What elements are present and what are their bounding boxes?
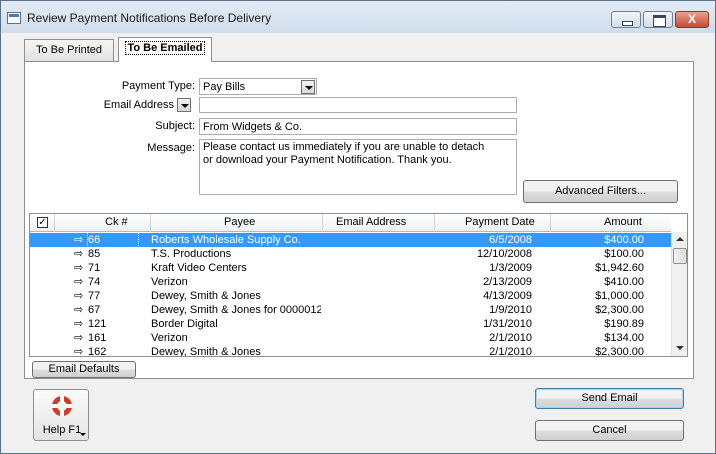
- message-label: Message:: [147, 142, 195, 154]
- send-email-button[interactable]: Send Email: [535, 388, 684, 409]
- window-title: Review Payment Notifications Before Deli…: [27, 11, 272, 25]
- window-icon: [7, 12, 21, 24]
- cell-payee: Dewey, Smith & Jones: [151, 290, 261, 302]
- life-ring-icon: [52, 396, 72, 416]
- row-arrow-icon: ⇨: [74, 290, 84, 302]
- cell-payment-date: 6/5/2008: [489, 234, 532, 246]
- table-row[interactable]: ⇨ 67 Dewey, Smith & Jones for 00000123 1/9/…: [30, 303, 671, 317]
- cell-amount: $134.00: [604, 332, 644, 344]
- row-arrow-icon: ⇨: [74, 234, 84, 246]
- help-button[interactable]: Help F1: [33, 389, 89, 441]
- cell-payment-date: 1/3/2009: [489, 262, 532, 274]
- cell-payment-date: 4/13/2009: [483, 290, 532, 302]
- column-header-payee[interactable]: Payee: [224, 216, 255, 228]
- cell-check-number: 77: [88, 290, 101, 302]
- cancel-button[interactable]: Cancel: [535, 420, 684, 441]
- payments-table: ✓ Ck # Payee Email Address Payment Date …: [29, 213, 688, 357]
- cell-amount: $400.00: [604, 234, 644, 246]
- subject-label: Subject:: [155, 120, 195, 132]
- column-header-ck[interactable]: Ck #: [105, 216, 128, 228]
- cell-payee: Border Digital: [151, 318, 218, 330]
- dialog-window: Review Payment Notifications Before Deli…: [0, 0, 716, 454]
- cell-payee: T.S. Productions: [151, 248, 232, 260]
- cell-payment-date: 2/1/2010: [489, 346, 532, 357]
- scroll-up-icon[interactable]: [676, 237, 684, 241]
- chevron-down-icon: [80, 433, 86, 436]
- message-textarea[interactable]: Please contact us immediately if you are…: [199, 139, 517, 195]
- cell-payee: Verizon: [151, 332, 188, 344]
- row-arrow-icon: ⇨: [74, 304, 84, 316]
- payment-type-label: Payment Type:: [121, 80, 195, 92]
- cell-amount: $2,300.00: [595, 346, 644, 357]
- column-header-amount[interactable]: Amount: [604, 216, 642, 228]
- row-arrow-icon: ⇨: [74, 276, 84, 288]
- table-row[interactable]: ⇨ 71 Kraft Video Centers 1/3/2009 $1,942.60: [30, 261, 671, 275]
- row-arrow-icon: ⇨: [74, 346, 84, 357]
- cell-check-number: 162: [88, 346, 107, 357]
- payment-type-select[interactable]: Pay Bills: [199, 78, 317, 95]
- payment-type-value: Pay Bills: [203, 81, 246, 93]
- close-button[interactable]: X: [675, 11, 709, 28]
- table-row[interactable]: ⇨ 162 Dewey, Smith & Jones 2/1/2010 $2,300.0…: [30, 345, 671, 357]
- row-arrow-icon: ⇨: [74, 332, 84, 344]
- cell-amount: $410.00: [604, 276, 644, 288]
- table-scrollbar[interactable]: [671, 232, 687, 356]
- email-defaults-button[interactable]: Email Defaults: [32, 361, 136, 378]
- email-address-dropdown-icon[interactable]: [177, 98, 191, 112]
- table-row[interactable]: ⇨ 77 Dewey, Smith & Jones 4/13/2009 $1,000.0…: [30, 289, 671, 303]
- tab-to-be-emailed[interactable]: To Be Emailed: [118, 37, 212, 62]
- column-header-email[interactable]: Email Address: [336, 216, 406, 228]
- table-row[interactable]: ⇨ 66 Roberts Wholesale Supply Co. 6/5/2008 $…: [30, 232, 671, 248]
- title-bar[interactable]: Review Payment Notifications Before Deli…: [1, 1, 715, 33]
- cell-check-number: 85: [88, 248, 101, 260]
- tab-to-be-printed[interactable]: To Be Printed: [24, 39, 114, 61]
- advanced-filters-button[interactable]: Advanced Filters...: [523, 180, 678, 203]
- column-header-payment-date[interactable]: Payment Date: [465, 216, 535, 228]
- cell-payee: Verizon: [151, 276, 188, 288]
- select-all-checkbox[interactable]: ✓: [37, 217, 48, 228]
- cell-check-number: 74: [88, 276, 101, 288]
- subject-field[interactable]: From Widgets & Co.: [199, 118, 517, 135]
- close-icon: X: [687, 12, 696, 26]
- cell-check-number: 67: [88, 304, 101, 316]
- cell-amount: $2,300.00: [595, 304, 644, 316]
- table-header: ✓ Ck # Payee Email Address Payment Date …: [30, 214, 671, 232]
- email-address-label: Email Address: [103, 99, 174, 111]
- row-arrow-icon: ⇨: [74, 262, 84, 274]
- minimize-button[interactable]: [611, 11, 641, 28]
- cell-payment-date: 2/1/2010: [489, 332, 532, 344]
- cell-amount: $1,942.60: [595, 262, 644, 274]
- row-arrow-icon: ⇨: [74, 248, 84, 260]
- cell-payee: Roberts Wholesale Supply Co.: [151, 234, 301, 246]
- cell-payment-date: 1/9/2010: [489, 304, 532, 316]
- cell-amount: $190.89: [604, 318, 644, 330]
- tab-to-be-emailed-label: To Be Emailed: [124, 41, 206, 55]
- cell-payment-date: 1/31/2010: [483, 318, 532, 330]
- table-row[interactable]: ⇨ 74 Verizon 2/13/2009 $410.00: [30, 275, 671, 289]
- row-arrow-icon: ⇨: [74, 318, 84, 330]
- table-row[interactable]: ⇨ 121 Border Digital 1/31/2010 $190.89: [30, 317, 671, 331]
- cell-check-number: 66: [87, 232, 139, 248]
- cell-payee: Dewey, Smith & Jones for 00000123: [151, 304, 321, 316]
- cell-payment-date: 12/10/2008: [476, 248, 532, 260]
- table-row[interactable]: ⇨ 85 T.S. Productions 12/10/2008 $100.00: [30, 247, 671, 261]
- cell-amount: $100.00: [604, 248, 644, 260]
- email-address-field[interactable]: [199, 97, 517, 113]
- cell-payee: Dewey, Smith & Jones: [151, 346, 261, 357]
- cell-payment-date: 2/13/2009: [483, 276, 532, 288]
- cell-amount: $1,000.00: [595, 290, 644, 302]
- chevron-down-icon[interactable]: [301, 80, 315, 94]
- cell-check-number: 121: [88, 318, 107, 330]
- cell-check-number: 71: [88, 262, 101, 274]
- table-row[interactable]: ⇨ 161 Verizon 2/1/2010 $134.00: [30, 331, 671, 345]
- cell-payee: Kraft Video Centers: [151, 262, 247, 274]
- cell-check-number: 161: [88, 332, 107, 344]
- maximize-button[interactable]: [643, 11, 673, 28]
- scroll-down-icon[interactable]: [676, 346, 684, 350]
- scroll-thumb[interactable]: [673, 248, 687, 264]
